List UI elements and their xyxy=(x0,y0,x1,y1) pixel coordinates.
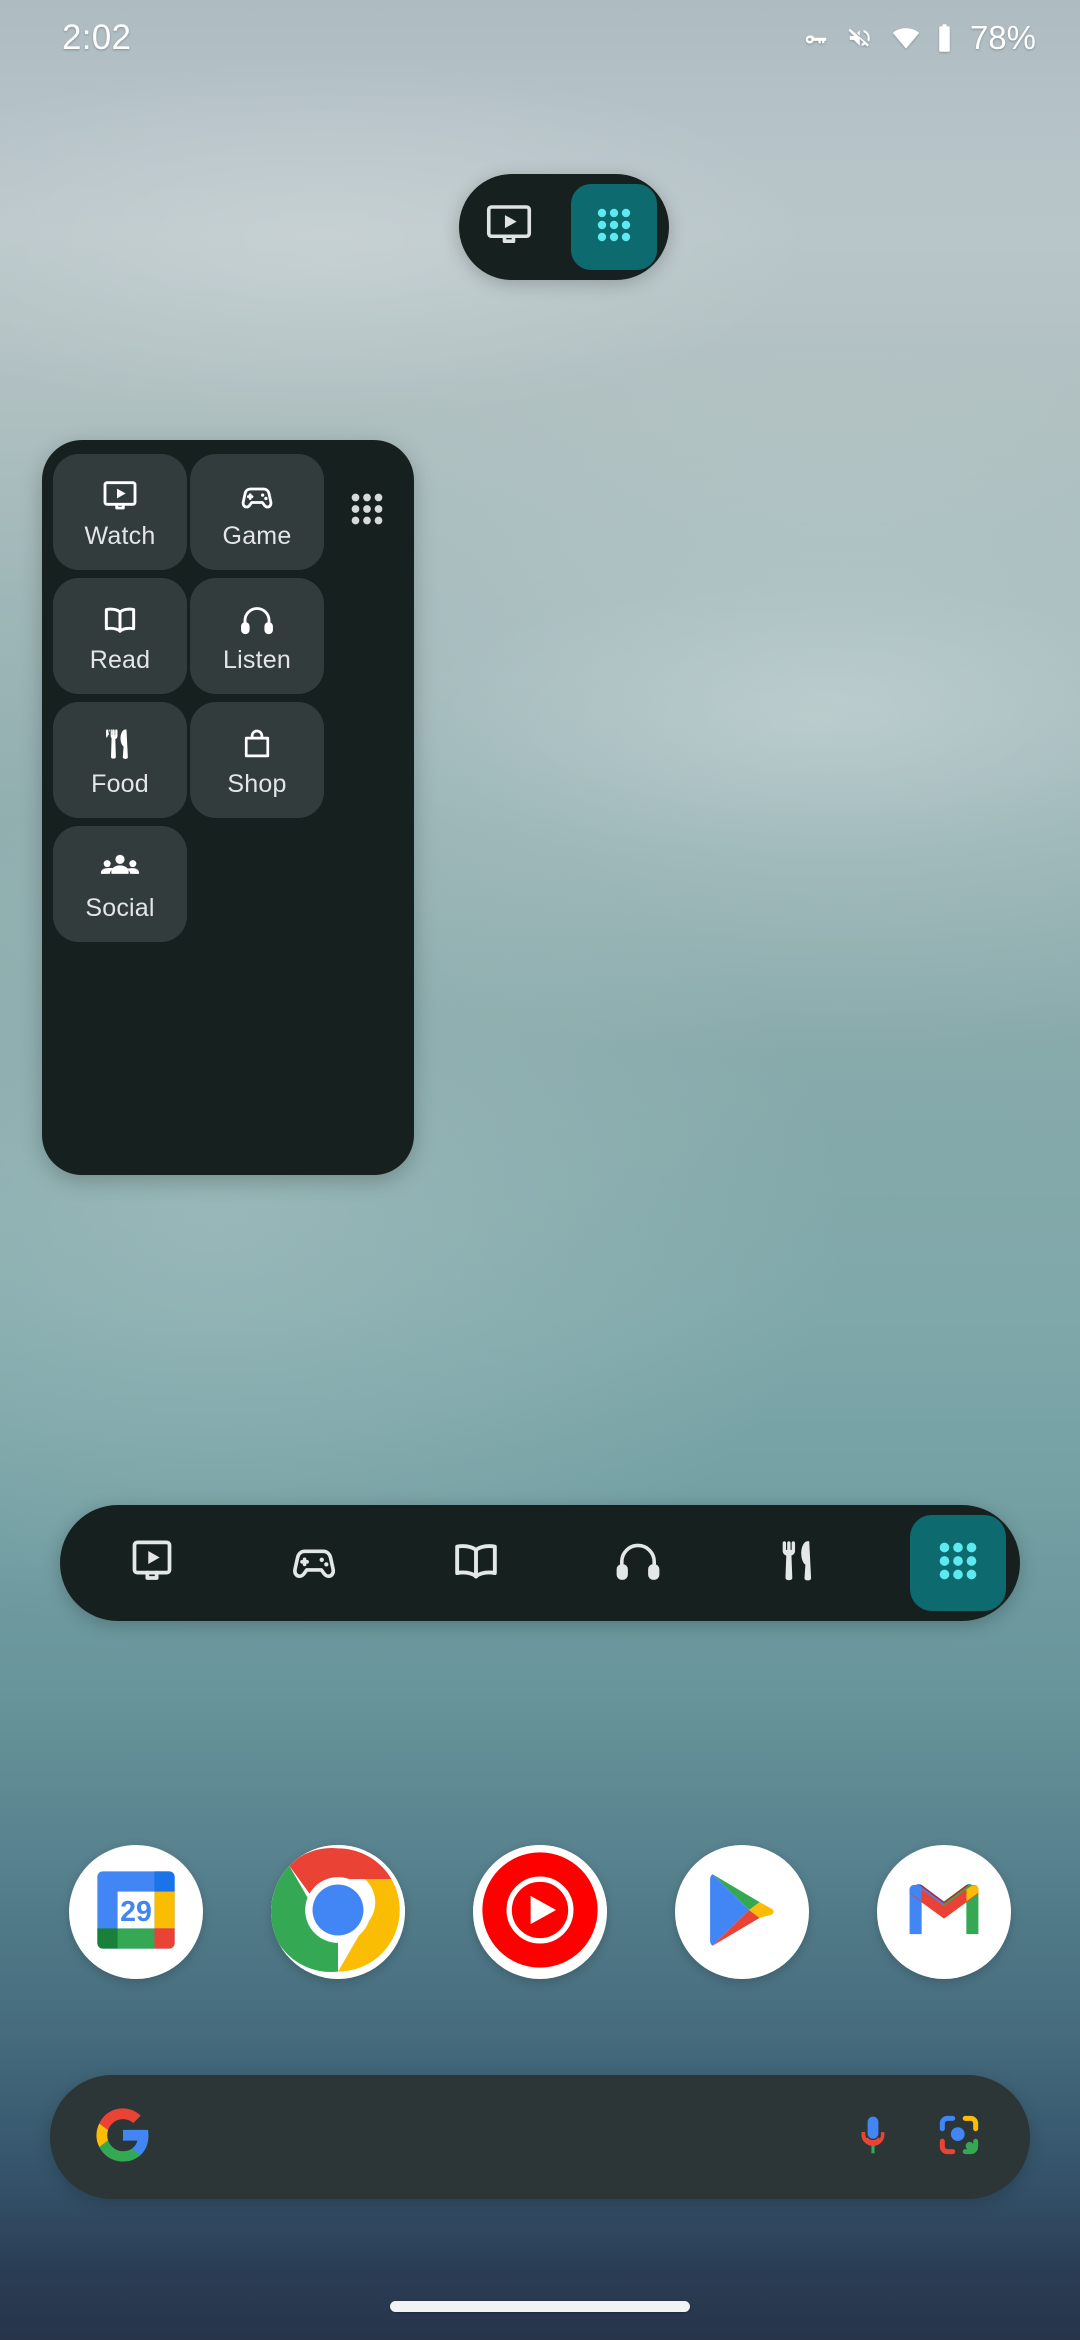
battery-percentage: 78% xyxy=(969,19,1036,56)
battery-icon xyxy=(936,23,953,53)
bar-button-food[interactable] xyxy=(748,1511,852,1615)
headphones-icon xyxy=(237,599,277,641)
shopping-bag-icon xyxy=(238,723,276,765)
category-tile-label: Watch xyxy=(84,522,156,550)
volume-mute-icon xyxy=(846,23,876,53)
open-book-icon xyxy=(447,1532,505,1595)
category-tile-label: Listen xyxy=(223,646,291,674)
google-lens-icon[interactable] xyxy=(934,2110,984,2165)
category-switcher-pill-widget[interactable] xyxy=(459,174,669,280)
status-bar: 2:02 78% xyxy=(0,0,1080,76)
category-tile-label: Social xyxy=(85,894,155,922)
category-tile-read[interactable]: Read xyxy=(53,578,187,694)
status-bar-clock: 2:02 xyxy=(62,18,132,57)
all-apps-dots-icon xyxy=(344,486,390,537)
all-apps-dots-icon xyxy=(931,1534,985,1593)
category-tile-shop[interactable]: Shop xyxy=(190,702,324,818)
bar-button-read[interactable] xyxy=(424,1511,528,1615)
app-icon-google-chrome[interactable] xyxy=(271,1845,405,1979)
favourites-app-row: 29 xyxy=(0,1845,1080,1979)
watch-icon xyxy=(124,1533,180,1594)
home-gesture-bar[interactable] xyxy=(390,2301,690,2312)
status-bar-indicators: 78% xyxy=(801,19,1036,57)
category-tile-watch[interactable]: Watch xyxy=(53,454,187,570)
google-chrome-icon xyxy=(271,1845,405,1979)
mini-pill-watch-button[interactable] xyxy=(459,174,559,280)
app-icon-google-calendar[interactable]: 29 xyxy=(69,1845,203,1979)
gamepad-icon xyxy=(236,475,278,517)
all-apps-dots-icon xyxy=(590,201,638,254)
category-tile-label: Shop xyxy=(227,770,287,798)
app-icon-google-play-store[interactable] xyxy=(675,1845,809,1979)
category-tile-label: Game xyxy=(222,522,292,550)
mini-pill-all-apps-button[interactable] xyxy=(571,184,657,270)
calendar-date-number: 29 xyxy=(120,1896,152,1928)
category-tile-game[interactable]: Game xyxy=(190,454,324,570)
search-actions xyxy=(848,2110,984,2165)
headphones-icon xyxy=(611,1534,665,1593)
wifi-icon xyxy=(891,23,921,53)
youtube-music-icon xyxy=(473,1845,607,1979)
watch-icon xyxy=(482,198,536,257)
microphone-icon[interactable] xyxy=(848,2110,898,2165)
open-book-icon xyxy=(99,599,141,641)
gmail-icon xyxy=(901,1867,987,1958)
watch-icon xyxy=(100,475,140,517)
category-tile-label: Read xyxy=(89,646,151,674)
category-tile-label: Food xyxy=(91,770,149,798)
search-input[interactable] xyxy=(152,2075,848,2199)
app-icon-youtube-music[interactable] xyxy=(473,1845,607,1979)
category-panel-widget: Watch Game Read Listen Food Shop Social xyxy=(42,440,414,1175)
gamepad-icon xyxy=(285,1532,343,1595)
google-play-store-icon xyxy=(700,1868,784,1957)
google-search-widget[interactable] xyxy=(50,2075,1030,2199)
category-tile-social[interactable]: Social xyxy=(53,826,187,942)
category-bar-widget xyxy=(60,1505,1020,1621)
fork-knife-icon xyxy=(100,723,140,765)
google-g-icon xyxy=(94,2106,152,2169)
google-calendar-icon: 29 xyxy=(90,1864,182,1961)
vpn-key-icon xyxy=(801,23,831,53)
panel-all-apps-button[interactable] xyxy=(341,485,393,537)
bar-button-listen[interactable] xyxy=(586,1511,690,1615)
category-tile-food[interactable]: Food xyxy=(53,702,187,818)
bar-all-apps-button[interactable] xyxy=(910,1515,1006,1611)
people-group-icon xyxy=(98,847,142,889)
category-tile-grid: Watch Game Read Listen Food Shop Social xyxy=(53,454,324,942)
bar-button-game[interactable] xyxy=(262,1511,366,1615)
android-home-screen: 2:02 78% Watch Game Read Listen Food Sho… xyxy=(0,0,1080,2340)
category-tile-listen[interactable]: Listen xyxy=(190,578,324,694)
bar-button-watch[interactable] xyxy=(100,1511,204,1615)
fork-knife-icon xyxy=(773,1534,827,1593)
app-icon-gmail[interactable] xyxy=(877,1845,1011,1979)
